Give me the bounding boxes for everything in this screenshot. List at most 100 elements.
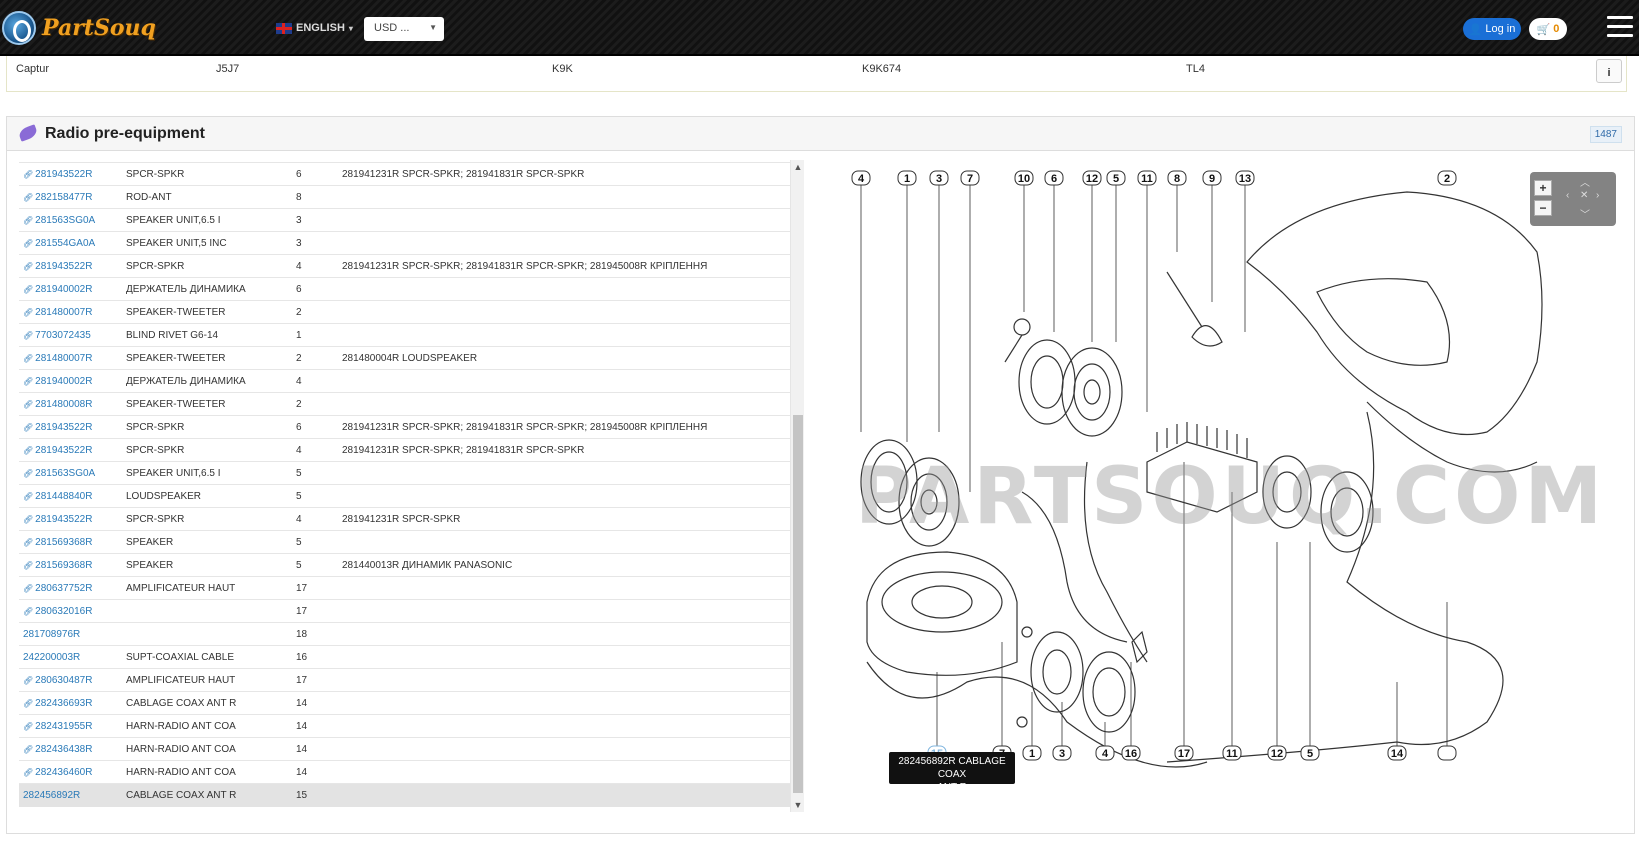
part-code-cell[interactable]: 🔗︎ 282158477R	[19, 186, 122, 209]
pan-left-icon[interactable]: ‹	[1566, 190, 1569, 201]
part-code-cell[interactable]: 🔗︎ 282436693R	[19, 692, 122, 715]
cart-button[interactable]: 🛒 0	[1529, 18, 1567, 40]
part-code[interactable]: 282436693R	[35, 698, 92, 709]
table-row[interactable]: 🔗︎ 281448840R LOUDSPEAKER 5	[19, 484, 795, 508]
scrollbar-thumb[interactable]	[793, 415, 803, 793]
link-icon[interactable]: 🔗︎	[23, 515, 33, 524]
part-code-cell[interactable]: 242200003R	[19, 646, 122, 669]
part-code-cell[interactable]: 🔗︎ 281448840R	[19, 485, 122, 508]
part-code-cell[interactable]: 🔗︎ 282436438R	[19, 738, 122, 761]
diagram-callout[interactable]: 12	[1082, 170, 1102, 186]
diagram-callout[interactable]: 4	[851, 170, 871, 186]
diagram-callout[interactable]: 3	[929, 170, 949, 186]
part-code-cell[interactable]: 🔗︎ 280630487R	[19, 669, 122, 692]
link-icon[interactable]: 🔗︎	[23, 354, 33, 363]
part-code[interactable]: 281943522R	[35, 514, 92, 525]
part-code[interactable]: 282158477R	[35, 192, 92, 203]
part-code[interactable]: 281448840R	[35, 491, 92, 502]
table-row[interactable]: 242200003R SUPT-COAXIAL CABLE 16	[19, 645, 795, 669]
part-code[interactable]: 281943522R	[35, 445, 92, 456]
table-row[interactable]: 🔗︎ 282436460R HARN-RADIO ANT COA 14	[19, 760, 795, 784]
diagram-callout[interactable]: 3	[1052, 745, 1072, 761]
link-icon[interactable]: 🔗︎	[23, 193, 33, 202]
table-row[interactable]: 🔗︎ 281554GA0A SPEAKER UNIT,5 INC 3	[19, 231, 795, 255]
part-code[interactable]: 280632016R	[35, 606, 92, 617]
part-code-cell[interactable]: 🔗︎ 281569368R	[19, 531, 122, 554]
part-code[interactable]: 281480007R	[35, 353, 92, 364]
table-row[interactable]: 🔗︎ 281569368R SPEAKER 5	[19, 530, 795, 554]
part-code-cell[interactable]: 🔗︎ 282431955R	[19, 715, 122, 738]
diagram-callout[interactable]: 12	[1267, 745, 1287, 761]
partsouq-logo[interactable]: PartSouq	[2, 6, 156, 50]
part-code[interactable]: 282436460R	[35, 767, 92, 778]
table-row[interactable]: 🔗︎ 281480007R SPEAKER-TWEETER 2	[19, 300, 795, 324]
diagram-callout[interactable]: 14	[1387, 745, 1407, 761]
link-icon[interactable]: 🔗︎	[23, 170, 33, 179]
diagram-callout[interactable]: 5	[1106, 170, 1126, 186]
diagram-callout[interactable]: 16	[1121, 745, 1141, 761]
table-row[interactable]: 🔗︎ 281480007R SPEAKER-TWEETER 2 281480004R L…	[19, 346, 795, 370]
link-icon[interactable]: 🔗︎	[23, 469, 33, 478]
part-code-cell[interactable]: 🔗︎ 281563SG0A	[19, 462, 122, 485]
part-code[interactable]: 7703072435	[35, 330, 91, 341]
table-scrollbar[interactable]: ▲ ▼	[790, 160, 804, 812]
diagram-callout[interactable]: 8	[1167, 170, 1187, 186]
table-row[interactable]: 🔗︎ 281943522R SPCR-SPKR 4 281941231R SPCR-SP…	[19, 254, 795, 278]
part-code-cell[interactable]: 🔗︎ 281943522R	[19, 508, 122, 531]
zoom-in-button[interactable]: +	[1534, 180, 1552, 196]
link-icon[interactable]: 🔗︎	[23, 745, 33, 754]
link-icon[interactable]: 🔗︎	[23, 400, 33, 409]
diagram-callout[interactable]: 10	[1014, 170, 1034, 186]
diagram-callout[interactable]: 7	[960, 170, 980, 186]
diagram-callout[interactable]: 11	[1137, 170, 1157, 186]
table-row[interactable]: 🔗︎ 281563SG0A SPEAKER UNIT,6.5 I 3	[19, 208, 795, 232]
diagram-callout[interactable]: 1	[1022, 745, 1042, 761]
currency-select[interactable]: USD ... ▼	[364, 17, 444, 41]
part-code[interactable]: 281480007R	[35, 307, 92, 318]
table-row[interactable]: 🔗︎ 7703072435 BLIND RIVET G6-14 1	[19, 323, 795, 347]
link-icon[interactable]: 🔗︎	[23, 699, 33, 708]
part-code-cell[interactable]: 🔗︎ 281940002R	[19, 370, 122, 393]
part-code-cell[interactable]: 281708976R	[19, 623, 122, 646]
part-code[interactable]: 281940002R	[35, 284, 92, 295]
table-row[interactable]: 🔗︎ 281943522R SPCR-SPKR 4 281941231R SPCR-SP…	[19, 438, 795, 462]
table-row[interactable]: 🔗︎ 280632016R 17	[19, 599, 795, 623]
part-code[interactable]: 281569368R	[35, 537, 92, 548]
part-code[interactable]: 281708976R	[23, 629, 80, 640]
part-code[interactable]: 281940002R	[35, 376, 92, 387]
part-code-cell[interactable]: 🔗︎ 281480007R	[19, 347, 122, 370]
diagram-callout[interactable]: 17	[1174, 745, 1194, 761]
part-code[interactable]: 281480008R	[35, 399, 92, 410]
part-code[interactable]: 281943522R	[35, 422, 92, 433]
part-code[interactable]: 280637752R	[35, 583, 92, 594]
table-row[interactable]: 🔗︎ 281940002R ДЕРЖАТЕЛЬ ДИНАМИКА 4	[19, 369, 795, 393]
table-row[interactable]: 281708976R 18	[19, 622, 795, 646]
link-icon[interactable]: 🔗︎	[23, 538, 33, 547]
part-code-cell[interactable]: 🔗︎ 280637752R	[19, 577, 122, 600]
zoom-out-button[interactable]: −	[1534, 200, 1552, 216]
table-row[interactable]: 🔗︎ 282436438R HARN-RADIO ANT COA 14	[19, 737, 795, 761]
pan-down-icon[interactable]: ﹀	[1580, 206, 1590, 221]
part-code-cell[interactable]: 🔗︎ 281480007R	[19, 301, 122, 324]
part-code-cell[interactable]: 🔗︎ 281480008R	[19, 393, 122, 416]
link-icon[interactable]: 🔗︎	[23, 492, 33, 501]
link-icon[interactable]: 🔗︎	[23, 216, 33, 225]
link-icon[interactable]: 🔗︎	[23, 446, 33, 455]
part-code[interactable]: 281943522R	[35, 169, 92, 180]
table-row[interactable]: 🔗︎ 281563SG0A SPEAKER UNIT,6.5 I 5	[19, 461, 795, 485]
language-selector[interactable]: ENGLISH ▾	[276, 22, 353, 34]
part-code-cell[interactable]: 282456892R	[19, 784, 122, 807]
part-code-cell[interactable]: 🔗︎ 281943522R	[19, 255, 122, 278]
link-icon[interactable]: 🔗︎	[23, 239, 33, 248]
diagram-callout[interactable]: 1	[897, 170, 917, 186]
part-code[interactable]: 281563SG0A	[35, 215, 95, 226]
part-code[interactable]: 280630487R	[35, 675, 92, 686]
part-code[interactable]: 282436438R	[35, 744, 92, 755]
table-row[interactable]: 🔗︎ 281943522R SPCR-SPKR 6 281941231R SPCR-SP…	[19, 162, 795, 186]
diagram-callout[interactable]: 6	[1044, 170, 1064, 186]
table-row[interactable]: 🔗︎ 281943522R SPCR-SPKR 4 281941231R SPCR-SP…	[19, 507, 795, 531]
diagram-callout[interactable]: 5	[1300, 745, 1320, 761]
part-code[interactable]: 242200003R	[23, 652, 80, 663]
part-code[interactable]: 281943522R	[35, 261, 92, 272]
part-code-cell[interactable]: 🔗︎ 281943522R	[19, 416, 122, 439]
